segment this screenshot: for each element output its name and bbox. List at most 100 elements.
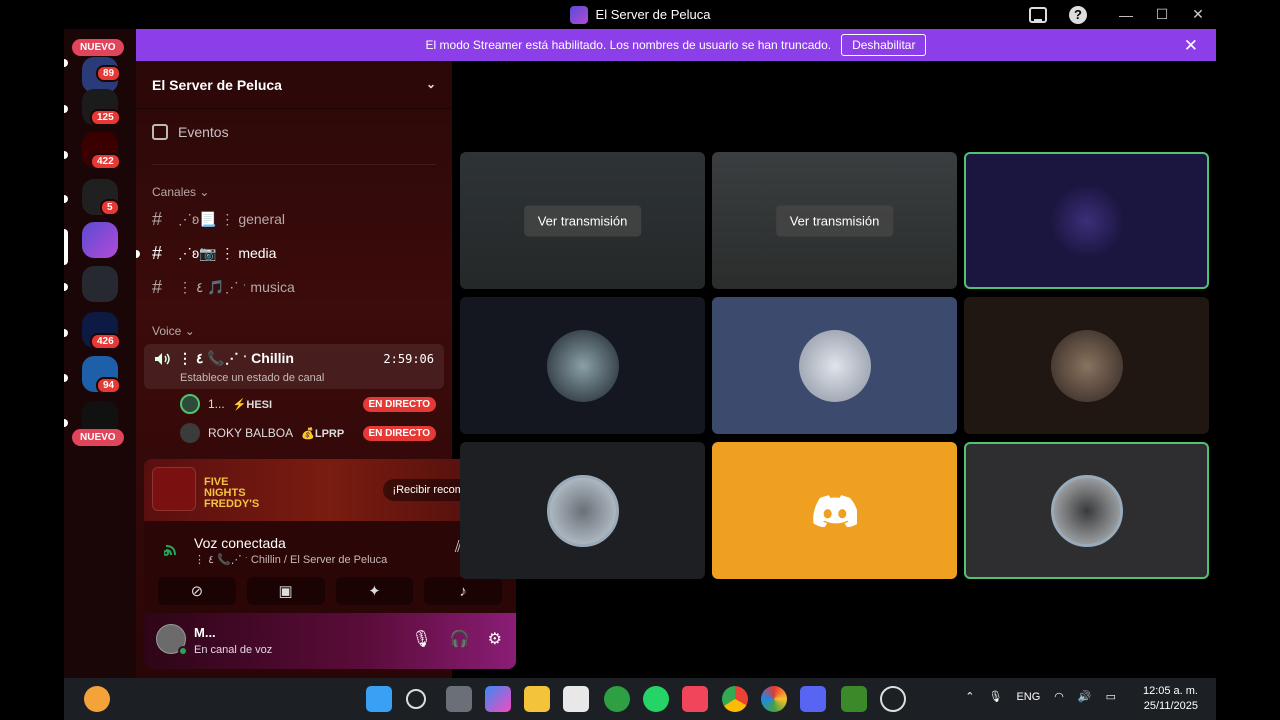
store-icon[interactable] [563,686,589,712]
voice-user-tag: 💰LPRP [301,427,345,440]
user-panel: M... En canal de voz 🎙 🎧 ⚙ [144,613,516,669]
unread-indicator [64,374,68,382]
weather-widget-icon[interactable] [84,686,110,712]
music-icon[interactable] [682,686,708,712]
participant-avatar [798,329,871,402]
letterbox-left [0,0,64,720]
start-menu-icon[interactable] [366,686,392,712]
channel-name: ⋰ʚ📃 ⋮ general [178,211,286,227]
participant-avatar [546,329,619,402]
participant-tile[interactable] [964,297,1209,434]
xbox-icon[interactable] [604,686,630,712]
microphone-icon[interactable]: 🎙 [411,629,431,649]
window-title-text: El Server de Peluca [595,7,711,22]
wifi-icon[interactable]: ◠ [1054,690,1064,703]
close-window-button[interactable]: ✕ [1180,0,1216,29]
letterbox-right [1216,0,1280,720]
chevron-up-icon[interactable]: ⌃ [965,690,974,703]
voice-user[interactable]: 1... ⚡HESI EN DIRECTO [180,392,442,416]
voice-connected-subtitle[interactable]: ⋮ ٤ 📞⋰ ˑ Chillin / El Server de Peluca [194,553,387,566]
disable-streamer-button[interactable]: Deshabilitar [841,34,927,56]
photos-icon[interactable] [761,686,787,712]
stream-tile[interactable]: Ver transmisión [460,152,705,289]
microphone-tray-icon[interactable]: 🎙 [988,690,1002,703]
voice-channel-name: ⋮ ٤ 📞⋰ ˑ Chillin [178,350,294,366]
file-explorer-icon[interactable] [524,686,550,712]
voice-channel-chillin[interactable]: ⋮ ٤ 📞⋰ ˑ Chillin 2:59:06 Establece un es… [144,344,444,389]
banner-text: El modo Streamer está habilitado. Los no… [425,38,832,52]
mention-badge: 5 [100,199,120,216]
mention-badge: 422 [90,153,121,170]
obs-icon[interactable] [880,686,906,712]
clock-date: 25/11/2025 [1143,700,1198,712]
inbox-button[interactable] [1018,0,1058,29]
help-icon: ? [1069,5,1087,24]
category-channels[interactable]: Canales ⌄ [152,185,209,199]
participant-tile[interactable] [460,297,705,434]
mention-badge: 89 [96,65,122,82]
share-screen-button[interactable]: ▣ [246,577,325,605]
participant-tile[interactable] [964,442,1209,579]
voice-user[interactable]: ROKY BALBOA 💰LPRP EN DIRECTO [180,421,442,445]
window-title: El Server de Peluca [569,5,711,24]
minimize-button[interactable]: — [1108,0,1144,29]
streamer-mode-banner: El modo Streamer está habilitado. Los no… [136,29,1216,61]
participant-tile[interactable] [460,442,705,579]
unread-indicator [64,151,68,159]
category-voice[interactable]: Voice ⌄ [152,324,195,338]
close-banner-icon[interactable]: ✕ [1184,36,1198,56]
language-indicator[interactable]: ENG [1016,691,1040,703]
server-icon-el-server-de-peluca[interactable] [82,222,118,258]
user-name[interactable]: M... [194,625,216,640]
copilot-icon[interactable] [485,686,511,712]
watch-stream-button[interactable]: Ver transmisión [523,205,642,236]
volume-icon[interactable]: 🔊 [1078,690,1092,703]
selected-indicator [64,229,68,265]
channel-status[interactable]: Establece un estado de canal [180,372,324,384]
maximize-button[interactable]: ☐ [1144,0,1180,29]
participant-avatar [1050,184,1123,257]
minecraft-icon[interactable] [841,686,867,712]
promo-thumbnail [152,467,196,511]
settings-gear-icon[interactable]: ⚙ [488,629,502,649]
participant-tile[interactable] [712,297,957,434]
server-icon-6[interactable] [82,266,118,302]
search-icon[interactable] [406,689,426,709]
server-name: El Server de Peluca [152,76,282,93]
task-view-icon[interactable] [446,686,472,712]
signal-icon[interactable] [164,543,180,557]
participant-tile[interactable] [712,442,957,579]
activities-button[interactable]: ✦ [335,577,414,605]
hash-icon: # [152,243,163,263]
clock[interactable]: 12:05 a. m. 25/11/2025 [1143,684,1198,714]
headphones-icon[interactable]: 🎧 [450,629,470,649]
hash-icon: # [152,209,163,229]
unread-indicator [136,250,140,258]
stream-tile[interactable]: Ver transmisión [712,152,957,289]
battery-icon[interactable]: ▭ [1106,690,1116,703]
watch-stream-button[interactable]: Ver transmisión [775,205,894,236]
unread-indicator [64,105,68,113]
server-rail: NUEVO 89 125 422 5 426 94 NUEVO [64,29,136,678]
events-item[interactable]: Eventos [152,124,229,140]
channel-general[interactable]: # ⋰ʚ📃 ⋮ general [152,209,442,230]
soundboard-button[interactable]: ♪ [424,577,502,605]
voice-user-name: ROKY BALBOA [208,426,294,440]
participant-tile[interactable] [964,152,1209,289]
chevron-down-icon: ⌄ [425,77,436,91]
server-header[interactable]: El Server de Peluca ⌄ [136,61,452,109]
channel-musica[interactable]: # ⋮ ٤ 🎵⋰ ˑ musica [152,277,442,298]
discord-taskbar-icon[interactable] [800,686,826,712]
unread-indicator [64,59,68,67]
channel-media[interactable]: # ⋰ʚ📷 ⋮ media [152,243,442,264]
voice-user-name: 1... [208,397,225,411]
channel-name: ⋮ ٤ 🎵⋰ ˑ musica [178,279,295,295]
chrome-icon[interactable] [722,686,748,712]
camera-off-button[interactable]: ⊘ [158,577,236,605]
video-grid: Ver transmisión Ver transmisión [460,152,1209,580]
channel-sidebar: El Server de Peluca ⌄ Eventos Canales ⌄ … [136,61,516,678]
whatsapp-icon[interactable] [643,686,669,712]
help-button[interactable]: ? [1058,0,1098,29]
avatar [180,394,200,414]
mention-badge: 125 [90,109,121,126]
